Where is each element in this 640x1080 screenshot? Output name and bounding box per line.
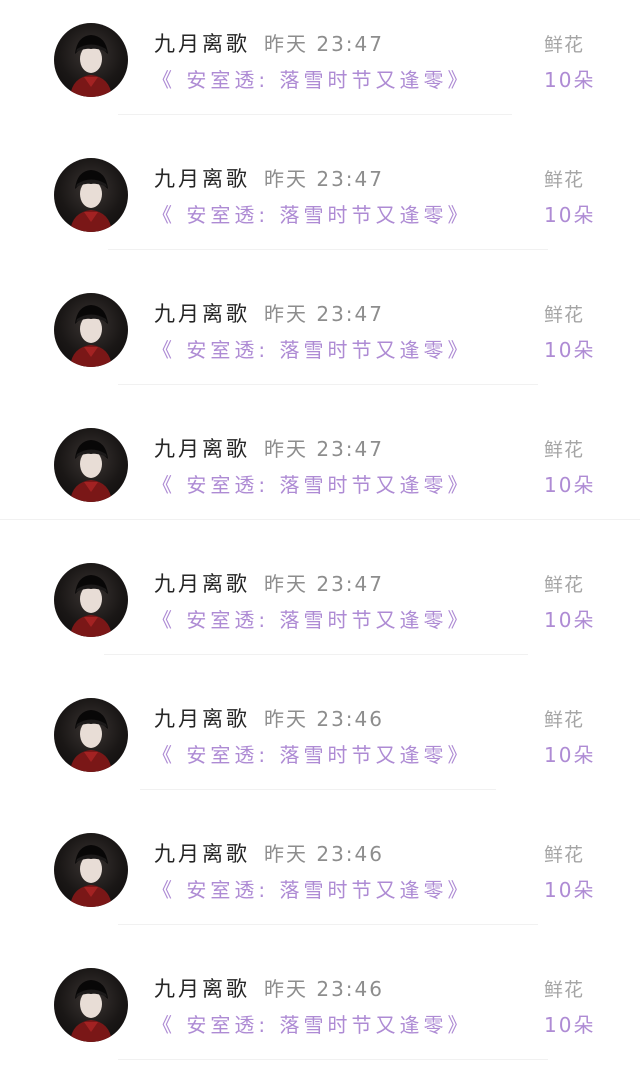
comment-time: 昨天 23:46 [264,842,384,866]
gift-count: 10朵 [544,68,596,92]
gift-record-row[interactable]: 九月离歌 昨天 23:46 《 安室透: 落雪时节又逢零》 鲜花 10朵 [0,810,640,945]
user-name[interactable]: 九月离歌 [154,838,250,868]
gift-type-label: 鲜花 [544,844,585,866]
comment-time: 昨天 23:47 [264,167,384,191]
user-avatar-icon[interactable] [54,293,128,367]
gift-record-row[interactable]: 九月离歌 昨天 23:47 《 安室透: 落雪时节又逢零》 鲜花 10朵 [0,0,640,135]
row-divider [118,924,538,925]
work-title-link[interactable]: 《 安室透: 落雪时节又逢零》 [152,874,471,903]
row-divider [108,249,548,250]
gift-count: 10朵 [544,878,596,902]
row-divider [104,654,528,655]
gift-record-row[interactable]: 九月离歌 昨天 23:47 《 安室透: 落雪时节又逢零》 鲜花 10朵 [0,270,640,405]
comment-time: 昨天 23:47 [264,32,384,56]
user-avatar-icon[interactable] [54,23,128,97]
gift-record-row[interactable]: 九月离歌 昨天 23:47 《 安室透: 落雪时节又逢零》 鲜花 10朵 [0,540,640,675]
comment-time: 昨天 23:46 [264,977,384,1001]
user-name[interactable]: 九月离歌 [154,973,250,1003]
work-title-link[interactable]: 《 安室透: 落雪时节又逢零》 [152,739,471,768]
user-avatar-icon[interactable] [54,158,128,232]
user-name[interactable]: 九月离歌 [154,703,250,733]
gift-type-label: 鲜花 [544,574,585,596]
gift-record-row[interactable]: 九月离歌 昨天 23:47 《 安室透: 落雪时节又逢零》 鲜花 10朵 [0,135,640,270]
row-divider [140,789,496,790]
gift-type-label: 鲜花 [544,34,585,56]
gift-count: 10朵 [544,743,596,767]
work-title-link[interactable]: 《 安室透: 落雪时节又逢零》 [152,64,471,93]
gift-type-label: 鲜花 [544,304,585,326]
gift-count: 10朵 [544,1013,596,1037]
user-avatar-icon[interactable] [54,428,128,502]
work-title-link[interactable]: 《 安室透: 落雪时节又逢零》 [152,334,471,363]
row-divider [0,519,640,520]
gift-type-label: 鲜花 [544,709,585,731]
row-divider [118,1059,548,1060]
user-name[interactable]: 九月离歌 [154,433,250,463]
gift-count: 10朵 [544,473,596,497]
gift-count: 10朵 [544,608,596,632]
row-divider [118,114,512,115]
gift-type-label: 鲜花 [544,979,585,1001]
gift-type-label: 鲜花 [544,439,585,461]
comment-time: 昨天 23:47 [264,302,384,326]
gift-record-list: 九月离歌 昨天 23:47 《 安室透: 落雪时节又逢零》 鲜花 10朵 九月离… [0,0,640,1063]
user-avatar-icon[interactable] [54,563,128,637]
user-avatar-icon[interactable] [54,698,128,772]
user-name[interactable]: 九月离歌 [154,298,250,328]
user-avatar-icon[interactable] [54,968,128,1042]
user-avatar-icon[interactable] [54,833,128,907]
comment-time: 昨天 23:46 [264,707,384,731]
comment-time: 昨天 23:47 [264,572,384,596]
user-name[interactable]: 九月离歌 [154,28,250,58]
work-title-link[interactable]: 《 安室透: 落雪时节又逢零》 [152,1009,471,1038]
row-divider [118,384,538,385]
gift-count: 10朵 [544,203,596,227]
comment-time: 昨天 23:47 [264,437,384,461]
work-title-link[interactable]: 《 安室透: 落雪时节又逢零》 [152,469,471,498]
gift-count: 10朵 [544,338,596,362]
user-name[interactable]: 九月离歌 [154,163,250,193]
gift-record-row[interactable]: 九月离歌 昨天 23:46 《 安室透: 落雪时节又逢零》 鲜花 10朵 [0,945,640,1080]
gift-record-row[interactable]: 九月离歌 昨天 23:47 《 安室透: 落雪时节又逢零》 鲜花 10朵 [0,405,640,540]
work-title-link[interactable]: 《 安室透: 落雪时节又逢零》 [152,199,471,228]
user-name[interactable]: 九月离歌 [154,568,250,598]
gift-record-row[interactable]: 九月离歌 昨天 23:46 《 安室透: 落雪时节又逢零》 鲜花 10朵 [0,675,640,810]
work-title-link[interactable]: 《 安室透: 落雪时节又逢零》 [152,604,471,633]
gift-type-label: 鲜花 [544,169,585,191]
